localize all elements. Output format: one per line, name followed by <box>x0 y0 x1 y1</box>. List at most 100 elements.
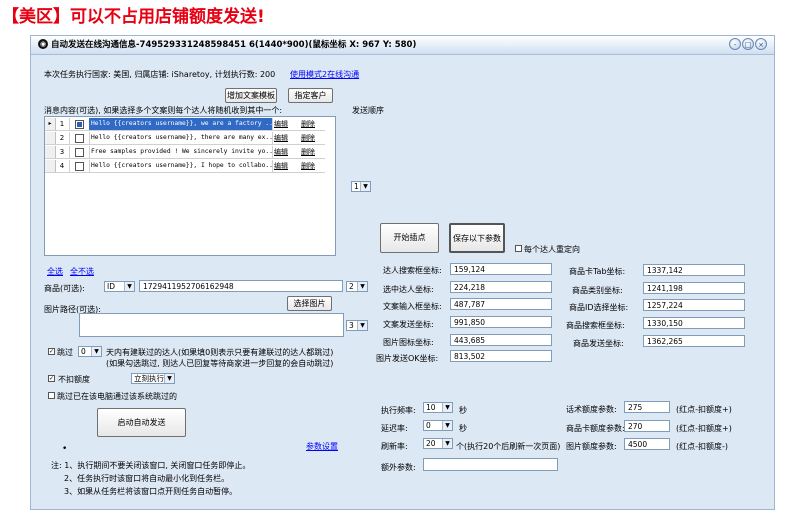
chevron-down-icon: ▼ <box>442 421 452 430</box>
delay-dropdown[interactable]: 0 ▼ <box>423 420 453 431</box>
reset-each-checkbox[interactable] <box>515 245 522 252</box>
deselect-all-link[interactable]: 全不选 <box>70 266 94 277</box>
row-checkbox[interactable] <box>75 134 84 143</box>
row-checkbox[interactable] <box>75 148 84 157</box>
frequency-unit: 秒 <box>459 406 467 415</box>
extra-params-label: 额外参数: <box>381 463 416 472</box>
skip-days-value: 0 <box>81 347 86 356</box>
promo-headline: 【美区】可以不占用店铺额度发送! <box>2 7 265 27</box>
extra-params-input[interactable] <box>423 458 558 471</box>
delay-value: 0 <box>426 421 431 430</box>
chevron-down-icon: ▼ <box>357 282 367 291</box>
message-text: Hello {{creators username}}, we are a fa… <box>89 118 273 130</box>
coord-input[interactable]: 1241,198 <box>643 282 745 294</box>
chevron-down-icon: ▼ <box>442 403 452 412</box>
parameter-settings-link[interactable]: 参数设置 <box>306 441 338 452</box>
row-checkbox[interactable] <box>75 162 84 171</box>
send-order-label: 发送顺序 <box>352 106 384 115</box>
maximize-button[interactable]: □ <box>742 38 754 50</box>
edit-link[interactable]: 编辑 <box>274 160 296 172</box>
coord-label: 文案输入框坐标: <box>383 302 442 311</box>
quota-note: (红点-扣额度-) <box>676 442 729 451</box>
switch-mode-link[interactable]: 使用模式2在线沟通 <box>290 69 359 80</box>
product-type-dropdown[interactable]: ID ▼ <box>104 281 135 292</box>
execute-mode-value: 立刻执行 <box>134 374 164 383</box>
order-value: 1 <box>354 182 359 191</box>
quota-input[interactable]: 270 <box>624 420 670 432</box>
coord-input[interactable]: 1257,224 <box>643 299 745 311</box>
coord-input[interactable]: 1362,265 <box>643 335 745 347</box>
quota-note: (红点-扣额度+) <box>676 405 732 414</box>
product-id-input[interactable]: 1729411952706162948 <box>139 280 343 292</box>
message-row[interactable]: 3 Free samples provided ! We sincerely i… <box>45 146 325 159</box>
message-order-dropdown[interactable]: 1 ▼ <box>351 181 371 192</box>
message-row[interactable]: ▸ 1 Hello {{creators username}}, we are … <box>45 118 325 131</box>
save-params-button[interactable]: 保存以下参数 <box>449 223 505 253</box>
refresh-value: 20 <box>426 439 436 448</box>
coord-label: 图片发送OK坐标: <box>376 354 439 363</box>
frequency-label: 执行频率: <box>381 406 416 415</box>
assign-customer-button[interactable]: 指定客户 <box>288 88 333 103</box>
image-path-input[interactable] <box>79 313 344 337</box>
add-template-button[interactable]: 增加文案模板 <box>225 88 277 103</box>
skip-checkbox[interactable]: ✓ <box>48 348 55 355</box>
skip-processed-checkbox[interactable] <box>48 392 55 399</box>
edit-link[interactable]: 编辑 <box>274 118 296 130</box>
start-capture-button[interactable]: 开始插点 <box>380 223 439 253</box>
reset-each-label: 每个达人重定向 <box>524 245 580 254</box>
minimize-button[interactable]: - <box>729 38 741 50</box>
message-text: Hello {{creators username}}, I hope to c… <box>89 160 273 172</box>
close-button[interactable]: × <box>755 38 767 50</box>
coord-input[interactable]: 1330,150 <box>643 317 745 329</box>
chevron-down-icon: ▼ <box>360 182 370 191</box>
quota-input[interactable]: 275 <box>624 401 670 413</box>
select-image-button[interactable]: 选择图片 <box>287 296 332 311</box>
skip-text: 天内有建联过的达人(如果填0则表示只要有建联过的达人都跳过) <box>106 348 334 357</box>
edit-link[interactable]: 编辑 <box>274 132 296 144</box>
coord-input[interactable]: 991,850 <box>450 316 552 328</box>
edit-link[interactable]: 编辑 <box>274 146 296 158</box>
quota-label: 图片额度参数: <box>566 442 617 451</box>
no-quota-label: 不扣额度 <box>58 375 90 384</box>
coord-input[interactable]: 443,685 <box>450 334 552 346</box>
delete-link[interactable]: 删除 <box>301 132 323 144</box>
coord-input[interactable]: 159,124 <box>450 263 552 275</box>
chevron-down-icon: ▼ <box>91 347 101 356</box>
select-all-link[interactable]: 全选 <box>47 266 63 277</box>
frequency-dropdown[interactable]: 10 ▼ <box>423 402 453 413</box>
chevron-down-icon: ▼ <box>442 439 452 448</box>
coord-input[interactable]: 813,502 <box>450 350 552 362</box>
refresh-label: 刷新率: <box>381 442 408 451</box>
coord-label: 商品卡Tab坐标: <box>569 267 626 276</box>
frequency-value: 10 <box>426 403 436 412</box>
start-auto-send-button[interactable]: 启动自动发送 <box>97 408 186 437</box>
product-order-dropdown[interactable]: 2 ▼ <box>346 281 368 292</box>
coord-input[interactable]: 487,787 <box>450 298 552 310</box>
skip-days-dropdown[interactable]: 0 ▼ <box>78 346 102 357</box>
row-checkbox[interactable] <box>75 120 84 129</box>
delete-link[interactable]: 删除 <box>301 160 323 172</box>
delete-link[interactable]: 删除 <box>301 118 323 130</box>
quota-label: 话术额度参数: <box>566 405 617 414</box>
coord-label: 商品搜索框坐标: <box>566 321 625 330</box>
delete-link[interactable]: 删除 <box>301 146 323 158</box>
coord-label: 图片图标坐标: <box>383 338 434 347</box>
message-row[interactable]: 4 Hello {{creators username}}, I hope to… <box>45 160 325 173</box>
delay-unit: 秒 <box>459 424 467 433</box>
product-order-value: 2 <box>349 282 354 291</box>
image-order-dropdown[interactable]: 3 ▼ <box>346 320 368 331</box>
chevron-down-icon: ▼ <box>124 282 134 291</box>
coord-input[interactable]: 224,218 <box>450 281 552 293</box>
row-index: 1 <box>55 118 70 130</box>
coord-input[interactable]: 1337,142 <box>643 264 745 276</box>
execute-mode-dropdown[interactable]: 立刻执行 ▼ <box>131 373 175 384</box>
message-grid: ▸ 1 Hello {{creators username}}, we are … <box>44 116 336 256</box>
app-icon: ◉ <box>38 39 48 49</box>
message-content-label: 消息内容(可选), 如果选择多个文案则每个达人将随机收到其中一个: <box>44 106 283 115</box>
product-label: 商品(可选): <box>44 284 85 293</box>
refresh-dropdown[interactable]: 20 ▼ <box>423 438 453 449</box>
quota-input[interactable]: 4500 <box>624 438 670 450</box>
message-text: Free samples provided ! We sincerely inv… <box>89 146 273 158</box>
message-row[interactable]: 2 Hello {{creators username}}, there are… <box>45 132 325 145</box>
no-quota-checkbox[interactable]: ✓ <box>48 375 55 382</box>
